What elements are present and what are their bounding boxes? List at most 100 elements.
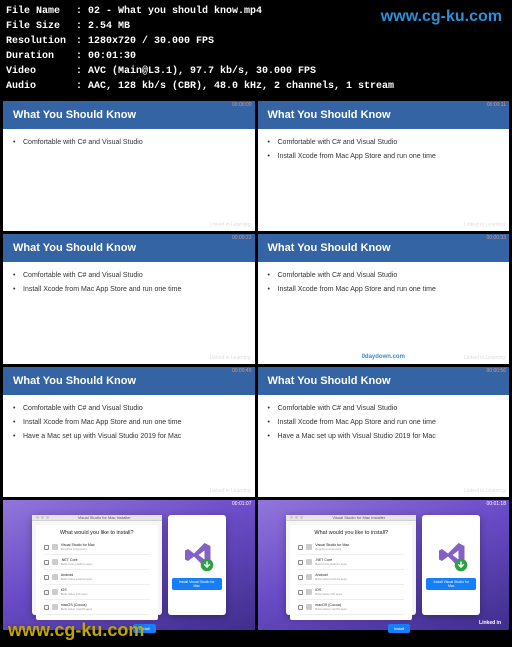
panel-install-button: Install Visual Studio for Mac	[172, 578, 222, 590]
bullet: Have a Mac set up with Visual Studio 201…	[268, 433, 500, 440]
slide-title: What You Should Know	[258, 234, 510, 262]
installer-titlebar: Visual Studio for Mac Installer	[32, 515, 162, 521]
component-icon	[52, 589, 58, 595]
timecode: 00:00:22	[232, 235, 251, 241]
window-dot-icon	[300, 516, 303, 519]
slide-title: What You Should Know	[258, 101, 510, 129]
window-dot-icon	[46, 516, 49, 519]
component-icon	[52, 559, 58, 565]
bullet: Comfortable with C# and Visual Studio	[13, 139, 245, 146]
thumbnail-grid: 00:00:00 What You Should Know Comfortabl…	[0, 98, 512, 633]
download-arrow-icon	[454, 558, 468, 572]
timecode: 00:01:18	[487, 501, 506, 507]
watermark-bottom: www.cg-ku.com	[8, 620, 144, 641]
installer-window-title: Visual Studio for Mac Installer	[305, 515, 412, 520]
installer-item: AndroidBuild native Android apps	[44, 570, 150, 585]
checkbox-icon	[44, 605, 49, 610]
checkbox-icon	[44, 590, 49, 595]
checkbox-icon	[44, 545, 49, 550]
timecode: 00:01:07	[232, 501, 251, 507]
bullet: Install Xcode from Mac App Store and run…	[268, 286, 500, 293]
file-name-label: File Name	[6, 4, 76, 19]
duration-label: Duration	[6, 49, 76, 64]
slide-thumbnail: 00:00:22 What You Should Know Comfortabl…	[3, 234, 255, 364]
installer-item: .NET CoreBuild cross-platform apps	[44, 555, 150, 570]
duration-value: 00:01:30	[88, 49, 136, 64]
bullet: Comfortable with C# and Visual Studio	[13, 272, 245, 279]
bullet: Comfortable with C# and Visual Studio	[268, 139, 500, 146]
video-label: Video	[6, 64, 76, 79]
slide-title: What You Should Know	[3, 234, 255, 262]
brand-footer: Linked in Learning	[210, 355, 251, 361]
timecode: 00:00:00	[232, 102, 251, 108]
bullet: Install Xcode from Mac App Store and run…	[13, 286, 245, 293]
installer-heading: What would you like to install?	[44, 530, 150, 536]
resolution-value: 1280x720 / 30.000 FPS	[88, 34, 214, 49]
bullet: Have a Mac set up with Visual Studio 201…	[13, 433, 245, 440]
timecode: 00:00:56	[487, 368, 506, 374]
checkbox-icon	[298, 605, 303, 610]
file-name-value: 02 - What you should know.mp4	[88, 4, 262, 19]
checkbox-icon	[298, 560, 303, 565]
window-dot-icon	[36, 516, 39, 519]
linkedin-footer: Linked in	[479, 620, 501, 626]
brand-footer: Linked in Learning	[210, 488, 251, 494]
component-icon	[52, 574, 58, 580]
timecode: 00:00:45	[232, 368, 251, 374]
audio-value: AAC, 128 kb/s (CBR), 48.0 kHz, 2 channel…	[88, 79, 394, 94]
timecode: 00:00:33	[487, 235, 506, 241]
installer-window: Visual Studio for Mac Installer What wou…	[286, 515, 416, 615]
checkbox-icon	[298, 545, 303, 550]
slide-thumbnail: 00:00:56 What You Should Know Comfortabl…	[258, 367, 510, 497]
installer-item: .NET CoreBuild cross-platform apps	[298, 555, 404, 570]
checkbox-icon	[44, 560, 49, 565]
installer-titlebar: Visual Studio for Mac Installer	[286, 515, 416, 521]
installer-window-title: Visual Studio for Mac Installer	[51, 515, 158, 520]
bullet: Install Xcode from Mac App Store and run…	[13, 419, 245, 426]
bullet: Comfortable with C# and Visual Studio	[13, 405, 245, 412]
brand-footer: Linked in Learning	[464, 222, 505, 228]
slide-thumbnail: 00:00:33 What You Should Know Comfortabl…	[258, 234, 510, 364]
component-icon	[306, 604, 312, 610]
installer-item: iOSBuild native iOS apps	[44, 585, 150, 600]
installer-item: AndroidBuild native Android apps	[298, 570, 404, 585]
watermark-top: www.cg-ku.com	[381, 8, 502, 26]
installer-item: iOSBuild native iOS apps	[298, 585, 404, 600]
install-button: Install	[388, 624, 410, 633]
bullet: Install Xcode from Mac App Store and run…	[268, 153, 500, 160]
component-icon	[306, 559, 312, 565]
installer-heading: What would you like to install?	[298, 530, 404, 536]
video-value: AVC (Main@L3.1), 97.7 kb/s, 30.000 FPS	[88, 64, 316, 79]
brand-footer: Linked in Learning	[210, 222, 251, 228]
visual-studio-icon	[182, 540, 212, 570]
file-size-value: 2.54 MB	[88, 19, 130, 34]
component-icon	[306, 544, 312, 550]
component-icon	[52, 544, 58, 550]
brand-footer: Linked in Learning	[464, 488, 505, 494]
checkbox-icon	[298, 575, 303, 580]
timecode: 00:00:11	[487, 102, 506, 108]
slide-thumbnail: 00:00:11 What You Should Know Comfortabl…	[258, 101, 510, 231]
installer-item: Visual Studio for MacRequired component	[44, 540, 150, 555]
slide-thumbnail-installer: 00:01:07 Visual Studio for Mac Installer…	[3, 500, 255, 630]
checkbox-icon	[298, 590, 303, 595]
component-icon	[306, 589, 312, 595]
bullet: Comfortable with C# and Visual Studio	[268, 405, 500, 412]
audio-label: Audio	[6, 79, 76, 94]
window-dot-icon	[41, 516, 44, 519]
installer-item: macOS (Cocoa)Build native macOS apps	[44, 600, 150, 615]
slide-title: What You Should Know	[3, 367, 255, 395]
slide-thumbnail: 00:00:00 What You Should Know Comfortabl…	[3, 101, 255, 231]
slide-thumbnail-installer: 00:01:18 Visual Studio for Mac Installer…	[258, 500, 510, 630]
resolution-label: Resolution	[6, 34, 76, 49]
visual-studio-icon	[436, 540, 466, 570]
installer-window: Visual Studio for Mac Installer What wou…	[32, 515, 162, 615]
bullet: Comfortable with C# and Visual Studio	[268, 272, 500, 279]
download-arrow-icon	[200, 558, 214, 572]
file-size-label: File Size	[6, 19, 76, 34]
slide-title: What You Should Know	[258, 367, 510, 395]
download-panel: Install Visual Studio for Mac	[168, 515, 226, 615]
panel-install-button: Install Visual Studio for Mac	[426, 578, 476, 590]
window-dot-icon	[295, 516, 298, 519]
download-panel: Install Visual Studio for Mac	[422, 515, 480, 615]
